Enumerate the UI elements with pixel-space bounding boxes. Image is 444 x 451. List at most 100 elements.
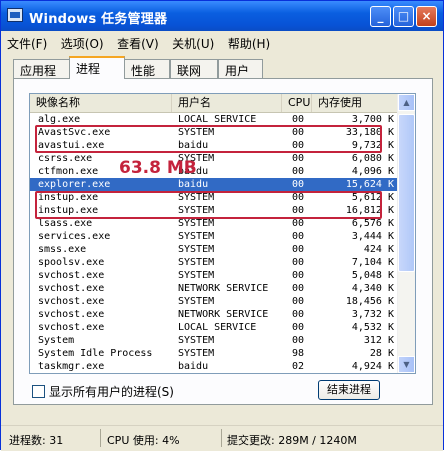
process-name: svchost.exe xyxy=(38,296,105,307)
process-user: SYSTEM xyxy=(178,270,215,281)
process-memory: 3,732 K xyxy=(351,309,394,320)
end-process-button[interactable]: 结束进程 xyxy=(318,380,380,400)
process-cpu: 00 xyxy=(292,257,305,268)
process-memory: 5,048 K xyxy=(351,270,394,281)
title-bar[interactable]: Windows 任务管理器 _ □ × xyxy=(1,1,443,31)
process-user: SYSTEM xyxy=(178,257,215,268)
window-title: Windows 任务管理器 xyxy=(29,12,168,27)
minimize-button[interactable]: _ xyxy=(370,6,391,27)
process-cpu: 00 xyxy=(292,322,305,333)
column-cpu[interactable]: CPU xyxy=(282,94,312,112)
process-cpu: 00 xyxy=(292,231,305,242)
process-cpu: 00 xyxy=(292,179,305,190)
show-all-users-checkbox[interactable]: 显示所有用户的进程(S) xyxy=(32,383,174,400)
process-name: taskmgr.exe xyxy=(38,361,105,372)
show-all-users-label: 显示所有用户的进程(S) xyxy=(49,385,174,399)
process-row[interactable]: spoolsv.exe SYSTEM 00 7,104 K xyxy=(30,256,398,269)
process-user: SYSTEM xyxy=(178,348,215,359)
process-memory: 15,624 K xyxy=(345,179,394,190)
process-row[interactable]: smss.exe SYSTEM 00 424 K xyxy=(30,243,398,256)
menu-help[interactable]: 帮助(H) xyxy=(228,37,270,51)
process-user: SYSTEM xyxy=(178,244,215,255)
process-name: System Idle Process xyxy=(38,348,153,359)
vertical-scrollbar[interactable]: ▲ ▼ xyxy=(397,94,415,373)
process-cpu: 00 xyxy=(292,153,305,164)
process-memory: 4,340 K xyxy=(351,283,394,294)
tab-users[interactable]: 用户 xyxy=(218,59,263,78)
process-memory: 312 K xyxy=(363,335,394,346)
scroll-thumb[interactable] xyxy=(398,114,415,272)
process-row[interactable]: taskmgr.exe baidu 02 4,924 K xyxy=(30,360,398,373)
process-name: svchost.exe xyxy=(38,322,105,333)
status-process-count: 进程数: 31 xyxy=(9,434,64,447)
process-row[interactable]: svchost.exe NETWORK SERVICE 00 3,732 K xyxy=(30,308,398,321)
process-user: SYSTEM xyxy=(178,335,215,346)
menu-view[interactable]: 查看(V) xyxy=(117,37,159,51)
process-user: NETWORK SERVICE xyxy=(178,283,269,294)
process-memory: 18,456 K xyxy=(345,296,394,307)
process-cpu: 02 xyxy=(292,361,305,372)
process-row[interactable]: services.exe SYSTEM 00 3,444 K xyxy=(30,230,398,243)
process-memory: 4,924 K xyxy=(351,361,394,372)
process-name: System xyxy=(38,335,75,346)
process-memory: 4,096 K xyxy=(351,166,394,177)
column-image-name[interactable]: 映像名称 xyxy=(30,94,172,112)
scroll-down-icon[interactable]: ▼ xyxy=(398,356,415,373)
status-separator xyxy=(221,429,222,447)
process-memory: 28 K xyxy=(369,348,394,359)
process-row[interactable]: System Idle Process SYSTEM 98 28 K xyxy=(30,347,398,360)
process-user: SYSTEM xyxy=(178,231,215,242)
maximize-button[interactable]: □ xyxy=(393,6,414,27)
tab-performance[interactable]: 性能 xyxy=(124,59,170,78)
process-name: explorer.exe xyxy=(38,179,111,190)
process-row[interactable]: ctfmon.exe baidu 00 4,096 K xyxy=(30,165,398,178)
tab-networking[interactable]: 联网 xyxy=(170,59,218,78)
column-user-name[interactable]: 用户名 xyxy=(172,94,282,112)
process-row[interactable]: svchost.exe SYSTEM 00 18,456 K xyxy=(30,295,398,308)
annotation-box-avast xyxy=(35,125,382,153)
process-cpu: 00 xyxy=(292,244,305,255)
process-cpu: 00 xyxy=(292,283,305,294)
column-memory[interactable]: 内存使用 xyxy=(312,94,398,112)
process-name: smss.exe xyxy=(38,244,87,255)
scroll-up-icon[interactable]: ▲ xyxy=(398,94,415,111)
status-separator xyxy=(100,429,101,447)
process-row[interactable]: svchost.exe SYSTEM 00 5,048 K xyxy=(30,269,398,282)
process-user: baidu xyxy=(178,179,209,190)
process-name: ctfmon.exe xyxy=(38,166,99,177)
annotation-label: 63.8 MB xyxy=(119,158,197,178)
task-manager-window: Windows 任务管理器 _ □ × 文件(F) 选项(O) 查看(V) 关机… xyxy=(0,0,444,451)
process-row[interactable]: svchost.exe NETWORK SERVICE 00 4,340 K xyxy=(30,282,398,295)
process-name: svchost.exe xyxy=(38,270,105,281)
process-row[interactable]: csrss.exe SYSTEM 00 6,080 K xyxy=(30,152,398,165)
menu-options[interactable]: 选项(O) xyxy=(61,37,104,51)
process-memory: 7,104 K xyxy=(351,257,394,268)
tab-applications[interactable]: 应用程序 xyxy=(13,59,70,95)
task-manager-icon xyxy=(7,8,23,22)
process-memory: 4,532 K xyxy=(351,322,394,333)
process-row[interactable]: svchost.exe LOCAL SERVICE 00 4,532 K xyxy=(30,321,398,334)
process-cpu: 00 xyxy=(292,166,305,177)
close-button[interactable]: × xyxy=(416,6,437,27)
status-commit-charge: 提交更改: 289M / 1240M xyxy=(227,434,357,447)
process-memory: 6,080 K xyxy=(351,153,394,164)
process-memory: 424 K xyxy=(363,244,394,255)
process-memory: 3,444 K xyxy=(351,231,394,242)
process-name: svchost.exe xyxy=(38,283,105,294)
process-name: services.exe xyxy=(38,231,111,242)
process-user: SYSTEM xyxy=(178,296,215,307)
process-user: NETWORK SERVICE xyxy=(178,309,269,320)
process-cpu: 00 xyxy=(292,309,305,320)
process-row[interactable]: System SYSTEM 00 312 K xyxy=(30,334,398,347)
process-name: spoolsv.exe xyxy=(38,257,105,268)
process-user: baidu xyxy=(178,361,209,372)
process-cpu: 00 xyxy=(292,270,305,281)
tab-processes[interactable]: 进程 xyxy=(69,56,125,79)
menu-file[interactable]: 文件(F) xyxy=(7,37,47,51)
checkbox-icon[interactable] xyxy=(32,385,45,398)
menu-shutdown[interactable]: 关机(U) xyxy=(172,37,214,51)
process-name: csrss.exe xyxy=(38,153,93,164)
process-user: LOCAL SERVICE xyxy=(178,322,257,333)
process-name: svchost.exe xyxy=(38,309,105,320)
process-row[interactable]: explorer.exe baidu 00 15,624 K xyxy=(30,178,398,191)
